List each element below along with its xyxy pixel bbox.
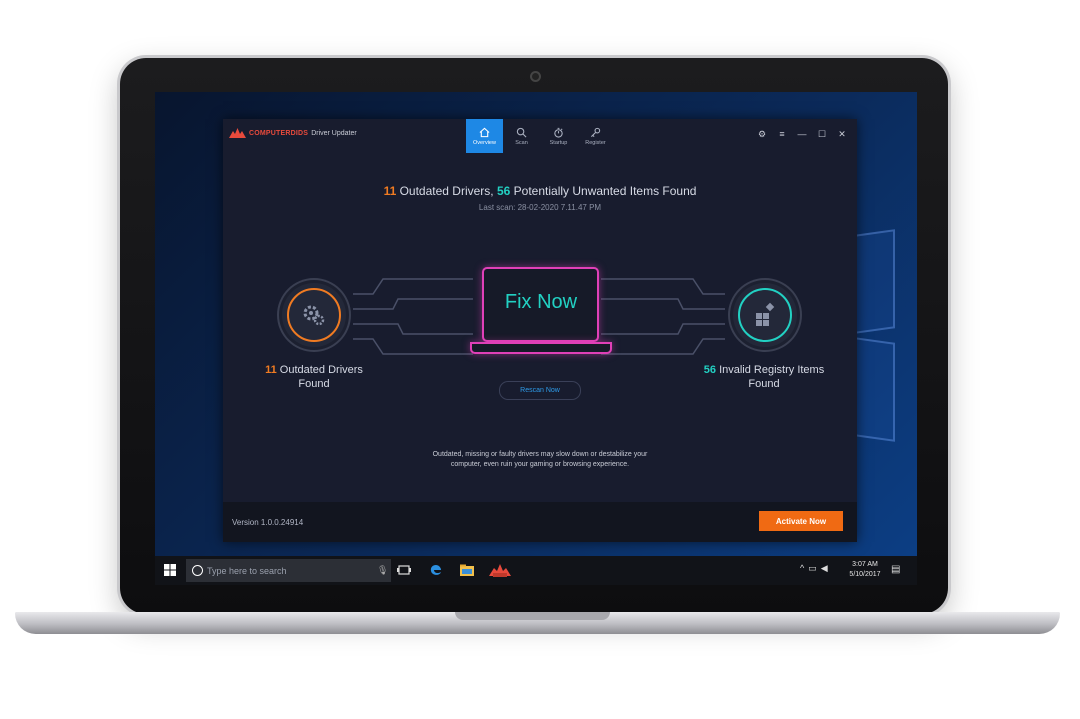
- product-name: Driver Updater: [311, 129, 357, 137]
- outdated-drivers-line2: Found: [298, 378, 330, 390]
- key-icon: [590, 127, 601, 137]
- last-scan-timestamp: Last scan: 28-02-2020 7.11.47 PM: [478, 203, 602, 212]
- tab-scan[interactable]: Scan: [503, 119, 540, 153]
- warning-note: Outdated, missing or faulty drivers may …: [223, 450, 857, 470]
- windows-taskbar: Type here to search 🎙 ^ ▭ ◀ 3:07 AM 5/10…: [155, 556, 917, 585]
- main-nav: Overview Scan Startup Register: [466, 119, 614, 153]
- taskbar-clock[interactable]: 3:07 AM 5/10/2017: [845, 560, 885, 580]
- settings-icon[interactable]: ⚙: [755, 127, 769, 141]
- notification-center-icon[interactable]: ▤: [891, 564, 905, 576]
- task-view-icon[interactable]: [396, 562, 412, 578]
- unwanted-text: Potentially Unwanted Items Found: [510, 184, 697, 198]
- fix-now-button[interactable]: Fix Now: [496, 291, 586, 314]
- activate-now-button[interactable]: Activate Now: [759, 511, 843, 531]
- outdated-count: 11: [383, 184, 397, 198]
- menu-icon[interactable]: ≡: [775, 127, 789, 141]
- driver-updater-app-icon[interactable]: [487, 562, 513, 578]
- outdated-drivers-line1: Outdated Drivers: [276, 364, 363, 376]
- outdated-drivers-indicator: [282, 283, 346, 347]
- registry-items-count: 56: [703, 364, 717, 376]
- tab-register-label: Register: [585, 139, 606, 146]
- minimize-icon[interactable]: —: [795, 127, 809, 141]
- brand: COMPUTERDIDS Driver Updater: [229, 128, 357, 138]
- scan-summary-headline: 11 Outdated Drivers, 56 Potentially Unwa…: [223, 184, 857, 198]
- registry-items-line1: Invalid Registry Items: [716, 364, 825, 376]
- registry-items-indicator: [733, 283, 797, 347]
- search-icon: [516, 127, 527, 137]
- file-explorer-icon[interactable]: [459, 562, 475, 578]
- network-icon[interactable]: ▭: [808, 563, 817, 574]
- fix-now-screen: Fix Now: [482, 267, 599, 342]
- registry-blocks-icon: [756, 302, 775, 326]
- note-line-2: computer, even ruin your gaming or brows…: [450, 461, 630, 468]
- version-label: Version 1.0.0.24914: [232, 518, 304, 527]
- rescan-now-button[interactable]: Rescan Now: [499, 381, 581, 400]
- outdated-text: Outdated Drivers,: [396, 184, 497, 198]
- search-placeholder: Type here to search: [207, 565, 287, 576]
- chevron-up-icon[interactable]: ^: [800, 563, 804, 574]
- stopwatch-icon: [554, 127, 563, 138]
- unwanted-count: 56: [496, 184, 511, 198]
- tab-scan-label: Scan: [515, 139, 528, 146]
- maximize-icon[interactable]: ☐: [815, 127, 829, 141]
- volume-icon[interactable]: ◀: [821, 563, 828, 574]
- outdated-drivers-label: 11 Outdated Drivers Found: [239, 363, 389, 391]
- title-bar: COMPUTERDIDS Driver Updater Overview Sca…: [223, 119, 857, 153]
- desktop-screen: COMPUTERDIDS Driver Updater Overview Sca…: [155, 92, 917, 585]
- microphone-icon[interactable]: 🎙: [377, 565, 388, 575]
- home-icon: [479, 127, 490, 137]
- driver-updater-window: COMPUTERDIDS Driver Updater Overview Sca…: [223, 119, 857, 542]
- tab-register[interactable]: Register: [577, 119, 614, 153]
- clock-time: 3:07 AM: [852, 561, 878, 568]
- fix-now-laptop-base: [470, 342, 612, 354]
- note-line-1: Outdated, missing or faulty drivers may …: [432, 451, 648, 458]
- tab-overview[interactable]: Overview: [466, 119, 503, 153]
- taskbar-search-box[interactable]: Type here to search 🎙: [186, 559, 391, 582]
- tab-startup-label: Startup: [549, 139, 568, 146]
- brand-logo-icon: [229, 128, 246, 138]
- clock-date: 5/10/2017: [849, 571, 881, 578]
- system-tray: ^ ▭ ◀: [800, 563, 828, 574]
- tab-startup[interactable]: Startup: [540, 119, 577, 153]
- outdated-drivers-count: 11: [265, 364, 277, 376]
- gears-icon: [303, 305, 325, 326]
- registry-items-label: 56 Invalid Registry Items Found: [689, 363, 839, 391]
- webcam: [530, 71, 541, 82]
- brand-name: COMPUTERDIDS: [249, 129, 309, 137]
- footer-bar: Version 1.0.0.24914 Activate Now: [223, 502, 857, 542]
- fix-now-laptop-graphic: Fix Now: [470, 267, 612, 357]
- cortana-icon: [192, 565, 203, 576]
- edge-browser-icon[interactable]: [428, 562, 444, 578]
- windows-wallpaper-logo: [855, 229, 917, 442]
- windows-start-icon[interactable]: [164, 564, 176, 576]
- close-icon[interactable]: ✕: [835, 127, 849, 141]
- tab-overview-label: Overview: [473, 139, 496, 146]
- laptop-notch: [455, 612, 610, 620]
- registry-items-line2: Found: [748, 378, 780, 390]
- window-controls: ⚙ ≡ — ☐ ✕: [755, 127, 849, 141]
